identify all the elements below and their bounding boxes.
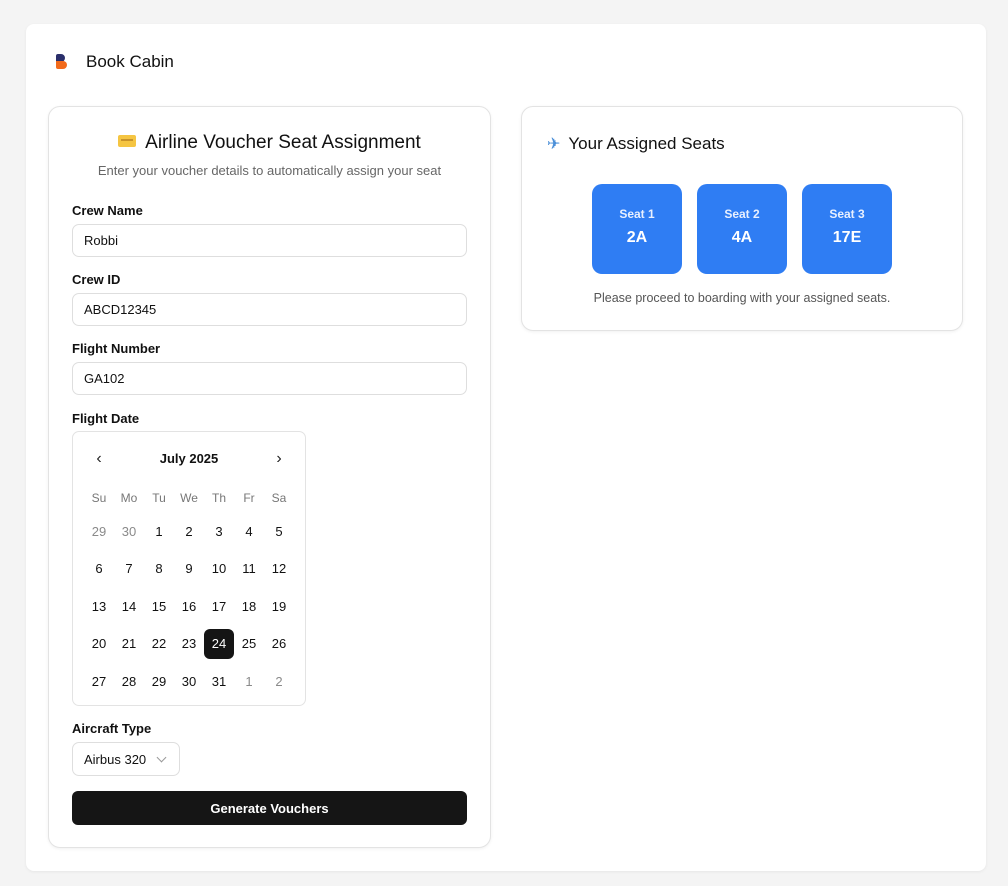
chevron-down-icon (156, 752, 167, 763)
aircraft-type-value: Airbus 320 (84, 751, 147, 767)
crew-id-label: Crew ID (72, 272, 121, 287)
calendar-day[interactable]: 17 (204, 591, 234, 621)
calendar-day[interactable]: 5 (264, 516, 294, 546)
calendar-day[interactable]: 7 (114, 554, 144, 584)
calendar-day[interactable]: 20 (84, 629, 114, 659)
aircraft-type-label: Aircraft Type (72, 721, 152, 736)
calendar-day[interactable]: 15 (144, 591, 174, 621)
calendar-day[interactable]: 18 (234, 591, 264, 621)
calendar-day[interactable]: 25 (234, 629, 264, 659)
crew-id-input[interactable] (72, 293, 467, 326)
chevron-right-icon[interactable]: › (269, 449, 289, 469)
calendar-weekday: Sa (271, 491, 287, 505)
seat-cards-row: Seat 1 2A Seat 2 4A Seat 3 17E (592, 184, 892, 274)
calendar-day[interactable]: 22 (144, 629, 174, 659)
crew-name-input[interactable] (72, 224, 467, 257)
calendar-day[interactable]: 8 (144, 554, 174, 584)
calendar-days-grid: 29 30 1 2 3 4 5 6 7 8 9 10 11 12 13 14 15 16 17 18 19 20 21 22 2… (84, 516, 294, 704)
calendar-day[interactable]: 1 (144, 516, 174, 546)
seat-code: 2A (626, 229, 648, 246)
form-title-text: Airline Voucher Seat Assignment (145, 132, 421, 153)
flight-date-label: Flight Date (72, 411, 140, 426)
calendar-day[interactable]: 23 (174, 629, 204, 659)
calendar-day[interactable]: 31 (204, 666, 234, 696)
seat-card: Seat 3 17E (802, 184, 892, 274)
ticket-icon (118, 135, 137, 147)
calendar-day[interactable]: 30 (174, 666, 204, 696)
airplane-icon: ✈ (547, 136, 561, 153)
calendar-day[interactable]: 30 (114, 516, 144, 546)
calendar-weekday: Th (211, 491, 226, 505)
calendar-day[interactable]: 12 (264, 554, 294, 584)
calendar-day[interactable]: 3 (204, 516, 234, 546)
seat-code: 17E (832, 229, 862, 246)
calendar-day-selected[interactable]: 24 (204, 628, 234, 659)
calendar-day[interactable]: 14 (114, 591, 144, 621)
calendar-day[interactable]: 4 (234, 516, 264, 546)
calendar-day[interactable]: 28 (114, 666, 144, 696)
brand-name: Book Cabin (86, 52, 174, 71)
calendar-day[interactable]: 29 (144, 666, 174, 696)
calendar-day[interactable]: 1 (234, 666, 264, 696)
calendar-day[interactable]: 21 (114, 629, 144, 659)
calendar-weekday: Mo (120, 491, 138, 505)
seat-label: Seat 1 (619, 207, 655, 221)
calendar-day[interactable]: 13 (84, 591, 114, 621)
voucher-form-panel: Airline Voucher Seat Assignment Enter yo… (48, 106, 491, 848)
flight-number-label: Flight Number (72, 341, 161, 356)
seats-note: Please proceed to boarding with your ass… (593, 291, 891, 305)
calendar-day[interactable]: 19 (264, 591, 294, 621)
calendar-day[interactable]: 2 (264, 666, 294, 696)
seat-label: Seat 3 (829, 207, 865, 221)
calendar-day[interactable]: 26 (264, 629, 294, 659)
seat-label: Seat 2 (724, 207, 760, 221)
flight-number-input[interactable] (72, 362, 467, 395)
assigned-seats-panel: ✈ Your Assigned Seats Seat 1 2A Seat 2 4A Sea… (521, 106, 963, 331)
calendar-weekdays: Su Mo Tu We Th Fr Sa (84, 491, 294, 505)
calendar-day[interactable]: 16 (174, 591, 204, 621)
calendar-day[interactable]: 9 (174, 554, 204, 584)
calendar-day[interactable]: 2 (174, 516, 204, 546)
calendar-weekday: Su (91, 491, 107, 505)
calendar-day[interactable]: 6 (84, 554, 114, 584)
seats-title-text: Your Assigned Seats (568, 134, 725, 153)
seat-code: 4A (731, 229, 753, 246)
calendar-day[interactable]: 11 (234, 554, 264, 584)
calendar-weekday: We (180, 491, 198, 505)
brand-logo-icon (56, 54, 68, 70)
seat-card: Seat 1 2A (592, 184, 682, 274)
generate-vouchers-button[interactable]: Generate Vouchers (72, 791, 467, 825)
aircraft-type-select[interactable]: Airbus 320 (72, 742, 180, 776)
app-card: Book Cabin Airline Voucher Seat Assignme… (26, 24, 986, 871)
calendar-weekday: Tu (152, 491, 166, 505)
form-title: Airline Voucher Seat Assignment (49, 132, 490, 154)
calendar-day[interactable]: 10 (204, 554, 234, 584)
calendar-day[interactable]: 29 (84, 516, 114, 546)
flight-date-calendar: ‹ July 2025 › Su Mo Tu We Th Fr Sa 29 30 1 2 3 4 5 6 7… (72, 431, 306, 706)
brand-header: Book Cabin (56, 52, 174, 72)
form-subtitle: Enter your voucher details to automatica… (97, 163, 442, 178)
seat-card: Seat 2 4A (697, 184, 787, 274)
calendar-day[interactable]: 27 (84, 666, 114, 696)
calendar-weekday: Fr (243, 491, 255, 505)
crew-name-label: Crew Name (72, 203, 143, 218)
seats-title: ✈ Your Assigned Seats (547, 134, 725, 154)
